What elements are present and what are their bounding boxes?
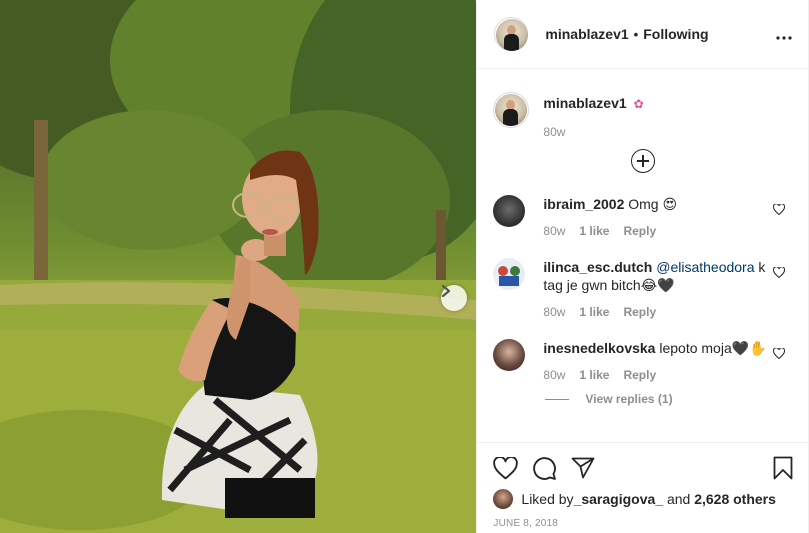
comment-item: ibraim_2002 Omg 😍 80w 1 like Reply (493, 195, 793, 238)
follow-status-button[interactable]: Following (643, 26, 708, 42)
like-comment-button[interactable] (773, 266, 786, 281)
heart-icon (493, 456, 519, 479)
post-side-panel: minablazev1 • Following minablazev1 ✿ 80… (476, 0, 809, 533)
caption-avatar[interactable] (493, 92, 530, 128)
post-dialog: minablazev1 • Following minablazev1 ✿ 80… (0, 0, 809, 533)
comment-likes[interactable]: 1 like (579, 305, 609, 319)
next-photo-button[interactable] (441, 285, 467, 311)
post-photo[interactable] (0, 0, 477, 533)
replies-divider (545, 398, 570, 400)
mention-link[interactable]: @elisatheodora (652, 259, 754, 275)
bookmark-icon (774, 456, 793, 480)
post-header: minablazev1 • Following (477, 0, 808, 69)
commenter-username[interactable]: ilinca_esc.dutch (543, 259, 652, 275)
author-avatar[interactable] (494, 17, 529, 51)
reply-button[interactable]: Reply (623, 368, 656, 382)
flower-icon: ✿ (633, 97, 644, 111)
share-icon (572, 457, 595, 479)
likes-summary: Liked by _saragigova_ and 2,628 others (493, 489, 793, 509)
comment-timestamp[interactable]: 80w (543, 368, 565, 382)
comments-list[interactable]: minablazev1 ✿ 80w ibraim_2002 Omg 😍 80w … (477, 70, 809, 442)
commenter-username[interactable]: ibraim_2002 (543, 196, 624, 212)
separator-dot: • (633, 26, 639, 42)
more-options-button[interactable] (776, 29, 792, 40)
comment-timestamp[interactable]: 80w (543, 305, 565, 319)
heart-icon (773, 266, 786, 279)
caption-body: minablazev1 ✿ 80w (543, 92, 643, 139)
comment-button[interactable] (532, 456, 557, 481)
comment-item: inesnedelkovska lepoto moja🖤✋ 80w 1 like… (493, 339, 793, 382)
post-actions: Liked by _saragigova_ and 2,628 others J… (477, 442, 809, 529)
likes-others-link[interactable]: 2,628 others (694, 491, 776, 507)
like-button[interactable] (493, 456, 519, 480)
liker-username[interactable]: _saragigova_ (574, 491, 664, 507)
liker-avatar[interactable] (493, 489, 514, 509)
like-comment-button[interactable] (773, 347, 786, 362)
more-icon (776, 35, 792, 40)
like-comment-button[interactable] (773, 203, 786, 218)
author-username[interactable]: minablazev1 (545, 26, 628, 42)
view-replies-button[interactable]: View replies (1) (545, 392, 793, 406)
post-caption: minablazev1 ✿ 80w (493, 70, 793, 139)
share-button[interactable] (571, 457, 595, 479)
commenter-avatar[interactable] (493, 339, 526, 371)
comment-item: ilinca_esc.dutch @elisatheodora k tag je… (493, 258, 793, 319)
plus-circle-icon[interactable] (631, 149, 656, 173)
likes-and: and (663, 491, 695, 507)
heart-icon (773, 347, 786, 360)
load-more-comments (493, 149, 793, 173)
view-replies-label: View replies (1) (585, 392, 673, 406)
comment-text: lepoto moja🖤✋ (655, 340, 767, 356)
heart-icon (773, 203, 786, 216)
caption-timestamp[interactable]: 80w (543, 125, 643, 139)
comment-text: Omg 😍 (624, 196, 678, 212)
post-date[interactable]: JUNE 8, 2018 (493, 518, 793, 529)
comment-timestamp[interactable]: 80w (543, 224, 565, 238)
chevron-right-icon (441, 285, 451, 297)
photo-scene (0, 0, 477, 533)
reply-button[interactable]: Reply (623, 305, 656, 319)
comment-likes[interactable]: 1 like (579, 224, 609, 238)
caption-username[interactable]: minablazev1 (543, 95, 626, 111)
comment-icon (533, 456, 557, 480)
commenter-avatar[interactable] (493, 195, 526, 227)
commenter-username[interactable]: inesnedelkovska (543, 340, 655, 356)
reply-button[interactable]: Reply (623, 224, 656, 238)
commenter-avatar[interactable] (493, 258, 526, 290)
action-icons-row (493, 455, 793, 481)
comment-likes[interactable]: 1 like (579, 368, 609, 382)
save-button[interactable] (773, 456, 793, 480)
likes-prefix: Liked by (521, 491, 574, 507)
